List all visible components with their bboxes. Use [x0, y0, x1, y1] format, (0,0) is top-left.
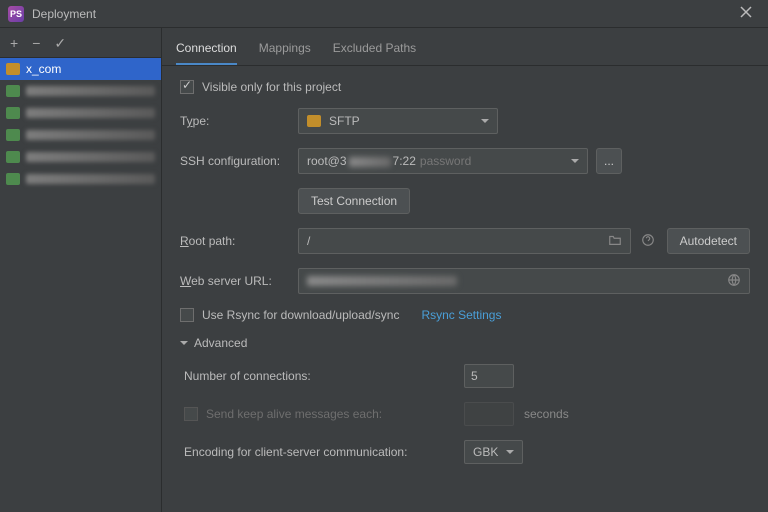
main-panel: Connection Mappings Excluded Paths Visib…	[162, 28, 768, 512]
app-icon: PS	[8, 6, 24, 22]
num-connections-row: Number of connections: 5	[180, 364, 750, 388]
visible-only-label: Visible only for this project	[202, 80, 341, 94]
server-icon	[6, 85, 20, 97]
web-url-input[interactable]	[298, 268, 750, 294]
root-path-label: Root path:	[180, 234, 298, 248]
tab-connection[interactable]: Connection	[176, 41, 237, 65]
type-row: Type: SFTP	[180, 108, 750, 134]
encoding-value: GBK	[473, 445, 498, 459]
help-icon[interactable]	[641, 233, 655, 250]
sidebar-toolbar: + − ✓	[0, 28, 161, 58]
seconds-label: seconds	[524, 407, 569, 421]
server-item-blurred	[26, 130, 155, 140]
add-server-button[interactable]: +	[10, 36, 18, 50]
encoding-select[interactable]: GBK	[464, 440, 523, 464]
server-icon	[6, 151, 20, 163]
advanced-label: Advanced	[194, 336, 247, 350]
globe-icon[interactable]	[727, 273, 741, 290]
server-item-blurred	[26, 174, 155, 184]
ssh-config-select[interactable]: root@37:22 password	[298, 148, 588, 174]
ssh-label: SSH configuration:	[180, 154, 298, 168]
keep-alive-checkbox[interactable]	[184, 407, 198, 421]
server-item[interactable]	[0, 102, 161, 124]
server-item-blurred	[26, 86, 155, 96]
encoding-label: Encoding for client-server communication…	[184, 445, 454, 459]
test-conn-row: Test Connection	[180, 188, 750, 214]
ssh-placeholder: password	[420, 154, 471, 168]
server-item[interactable]	[0, 146, 161, 168]
server-list: x_com	[0, 58, 161, 512]
num-connections-input[interactable]: 5	[464, 364, 514, 388]
server-icon	[6, 173, 20, 185]
num-connections-label: Number of connections:	[184, 369, 454, 383]
visible-only-row: Visible only for this project	[180, 80, 750, 94]
advanced-toggle[interactable]: Advanced	[180, 336, 750, 350]
keep-alive-row: Send keep alive messages each: seconds	[180, 402, 750, 426]
type-select[interactable]: SFTP	[298, 108, 498, 134]
tab-mappings[interactable]: Mappings	[259, 41, 311, 65]
rsync-label: Use Rsync for download/upload/sync	[202, 308, 399, 322]
close-button[interactable]	[732, 6, 760, 21]
encoding-row: Encoding for client-server communication…	[180, 440, 750, 464]
ssh-value: root@37:22	[307, 154, 416, 168]
rsync-checkbox[interactable]	[180, 308, 194, 322]
server-item[interactable]	[0, 124, 161, 146]
rsync-row: Use Rsync for download/upload/sync Rsync…	[180, 308, 750, 322]
keep-alive-input	[464, 402, 514, 426]
tab-excluded-paths[interactable]: Excluded Paths	[333, 41, 416, 65]
window-title: Deployment	[32, 7, 732, 21]
ssh-more-button[interactable]: ...	[596, 148, 622, 174]
sidebar: + − ✓ x_com	[0, 28, 162, 512]
server-icon	[6, 107, 20, 119]
test-connection-button[interactable]: Test Connection	[298, 188, 410, 214]
type-label: Type:	[180, 114, 298, 128]
server-sftp-icon	[6, 63, 20, 75]
root-path-row: Root path: / Autodetect	[180, 228, 750, 254]
autodetect-button[interactable]: Autodetect	[667, 228, 750, 254]
titlebar: PS Deployment	[0, 0, 768, 28]
apply-button[interactable]: ✓	[54, 36, 66, 50]
keep-alive-label: Send keep alive messages each:	[206, 407, 382, 421]
sftp-icon	[307, 115, 321, 127]
web-url-value-blurred	[307, 276, 457, 286]
root-path-input[interactable]: /	[298, 228, 631, 254]
remove-server-button[interactable]: −	[32, 36, 40, 50]
chevron-down-icon	[506, 445, 514, 459]
rsync-settings-link[interactable]: Rsync Settings	[421, 308, 501, 322]
ssh-row: SSH configuration: root@37:22 password .…	[180, 148, 750, 174]
server-item-selected[interactable]: x_com	[0, 58, 161, 80]
server-icon	[6, 129, 20, 141]
chevron-down-icon	[481, 114, 489, 128]
visible-only-checkbox[interactable]	[180, 80, 194, 94]
server-item[interactable]	[0, 80, 161, 102]
server-item-blurred	[26, 152, 155, 162]
connection-form: Visible only for this project Type: SFTP…	[162, 66, 768, 478]
chevron-down-icon	[571, 154, 579, 168]
chevron-down-icon	[180, 336, 188, 350]
web-url-label: Web server URL:	[180, 274, 298, 288]
root-path-value: /	[307, 234, 608, 248]
folder-icon[interactable]	[608, 233, 622, 250]
tab-bar: Connection Mappings Excluded Paths	[162, 28, 768, 66]
server-item[interactable]	[0, 168, 161, 190]
web-url-row: Web server URL:	[180, 268, 750, 294]
server-item-blurred	[26, 108, 155, 118]
server-item-label: x_com	[26, 62, 61, 76]
type-value: SFTP	[329, 114, 360, 128]
